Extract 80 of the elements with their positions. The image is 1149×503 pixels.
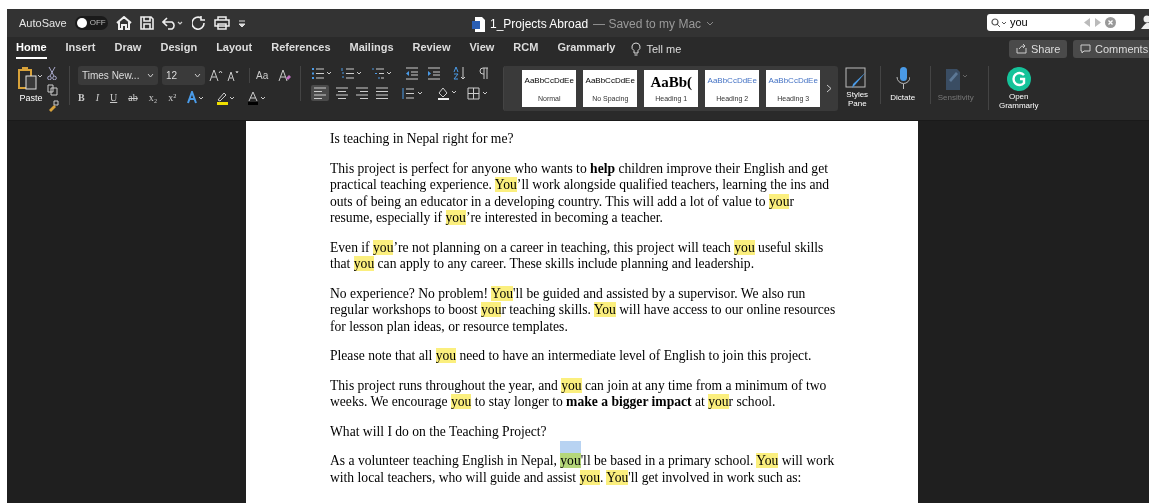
ribbon-tab[interactable]: Home [16,39,47,59]
home-icon[interactable] [115,16,132,30]
chevron-down-icon [194,73,201,78]
dictate-button[interactable]: Dictate [880,66,925,104]
redo-icon[interactable] [191,16,206,30]
autosave-label: AutoSave [19,15,67,31]
bold-button[interactable]: B [78,90,85,105]
sort-icon[interactable] [453,66,468,80]
search-icon [991,17,1007,28]
paragraph: Please note that all you need to have an intermediate level of English to join this project. [330,348,813,365]
ribbon-tab[interactable]: Grammarly [557,39,616,59]
ribbon-tab[interactable]: Layout [216,39,253,59]
save-icon[interactable] [139,16,154,30]
italic-button[interactable]: I [95,90,99,105]
share-button[interactable]: Share [1009,40,1068,58]
font-size-field[interactable]: 12 [162,66,205,85]
justify-icon[interactable] [375,86,390,100]
paste-button[interactable]: Paste [15,66,47,106]
align-right-icon[interactable] [355,86,370,100]
strikethrough-button[interactable]: ab [128,90,138,105]
document-title: 1_Projects Abroad [490,16,589,33]
shrink-font-icon[interactable] [227,69,239,82]
numbering-icon[interactable] [341,66,364,80]
ribbon-tab[interactable]: Design [160,39,198,59]
styles-pane-button[interactable]: Styles Pane [840,66,875,108]
paragraph: Even if you’re not planning on a career in teaching, this project will teach you useful skills that you can apply to any career. These skills include planning and leadership. [330,239,825,273]
chevron-down-icon[interactable] [706,21,715,27]
underline-button[interactable]: U [110,90,118,105]
ribbon-tab[interactable]: Review [412,39,451,59]
print-icon[interactable] [213,16,230,30]
change-case-button[interactable]: Aa [249,68,269,83]
ribbon-tab[interactable]: References [271,39,331,59]
clipboard-icon [17,66,45,92]
grammarly-logo-icon [1005,66,1032,92]
pilcrow-icon[interactable] [479,66,490,80]
decrease-indent-icon[interactable] [405,66,420,80]
chevron-down-icon [147,73,154,78]
format-painter-icon[interactable] [47,100,59,112]
grow-font-icon[interactable] [209,69,223,82]
highlighter-icon[interactable] [216,90,237,105]
search-field[interactable]: you [987,14,1135,31]
font-color-icon[interactable] [247,90,268,105]
tell-me-field[interactable]: Tell me [646,40,682,58]
multilevel-list-icon[interactable] [371,66,394,80]
align-left-icon[interactable] [311,85,330,101]
ribbon-tab[interactable]: Draw [114,39,142,59]
text-effects-icon[interactable] [187,91,206,104]
paragraph: As a volunteer teaching English in Nepal, you'll be based in a primary school. You will work with local teachers, who will guide and assist you. You'll get involved in work such as: [330,452,836,486]
copy-icon[interactable] [47,84,58,96]
ribbon-tab[interactable]: View [469,39,495,59]
customize-icon[interactable] [237,18,246,28]
cut-icon[interactable] [47,67,57,80]
clear-icon[interactable] [1105,17,1116,28]
document-icon [472,16,485,32]
superscript-button[interactable]: x² [168,90,177,105]
lightbulb-icon [631,42,642,56]
microphone-icon [895,66,910,92]
open-grammarly-button[interactable]: Open Grammarly [988,66,1049,110]
paragraph: What will I do on the Teaching Project? [330,423,548,440]
account-icon[interactable] [1141,15,1149,29]
chevron-right-icon[interactable] [826,84,833,93]
ribbon-tab[interactable]: Mailings [349,39,394,59]
comments-button[interactable]: Comments [1073,40,1149,58]
share-icon [1016,44,1027,54]
autosave-toggle[interactable]: OFF [74,16,108,30]
paragraph: Is teaching in Nepal right for me? [330,131,515,148]
save-status[interactable]: — Saved to my Mac [593,15,702,33]
font-name-field[interactable]: Times New... [78,66,158,85]
ribbon-tab[interactable]: Insert [65,39,96,59]
undo-icon[interactable] [161,16,184,30]
increase-indent-icon[interactable] [427,66,442,80]
ribbon-tab[interactable]: RCM [513,39,539,59]
paragraph: This project runs throughout the year, and you can join at any time from a minimum of two weeks. We encourage you to stay longer to make a bigger impact at your school. [330,377,828,411]
speech-bubble-icon [1080,44,1091,54]
paragraph: This project is perfect for anyone who wants to help children improve their English and get practical teaching experience. You’ll work alongside qualified teachers, learning the ins and outs of being an educator in a developing country. This will add a lot of value to your resume, especially if you’re interested in becoming a teacher. [330,160,831,227]
paragraph: No experience? No problem! You'll be guided and assisted by a supervisor. We also run regular workshops to boost your teaching skills. You will have access to our online resources for lesson plan ideas, or resource templates. [330,285,836,335]
bullets-icon[interactable] [311,66,334,80]
subscript-button[interactable]: x₂ [148,90,158,105]
align-center-icon[interactable] [335,86,350,100]
clear-formatting-icon[interactable] [278,69,293,82]
